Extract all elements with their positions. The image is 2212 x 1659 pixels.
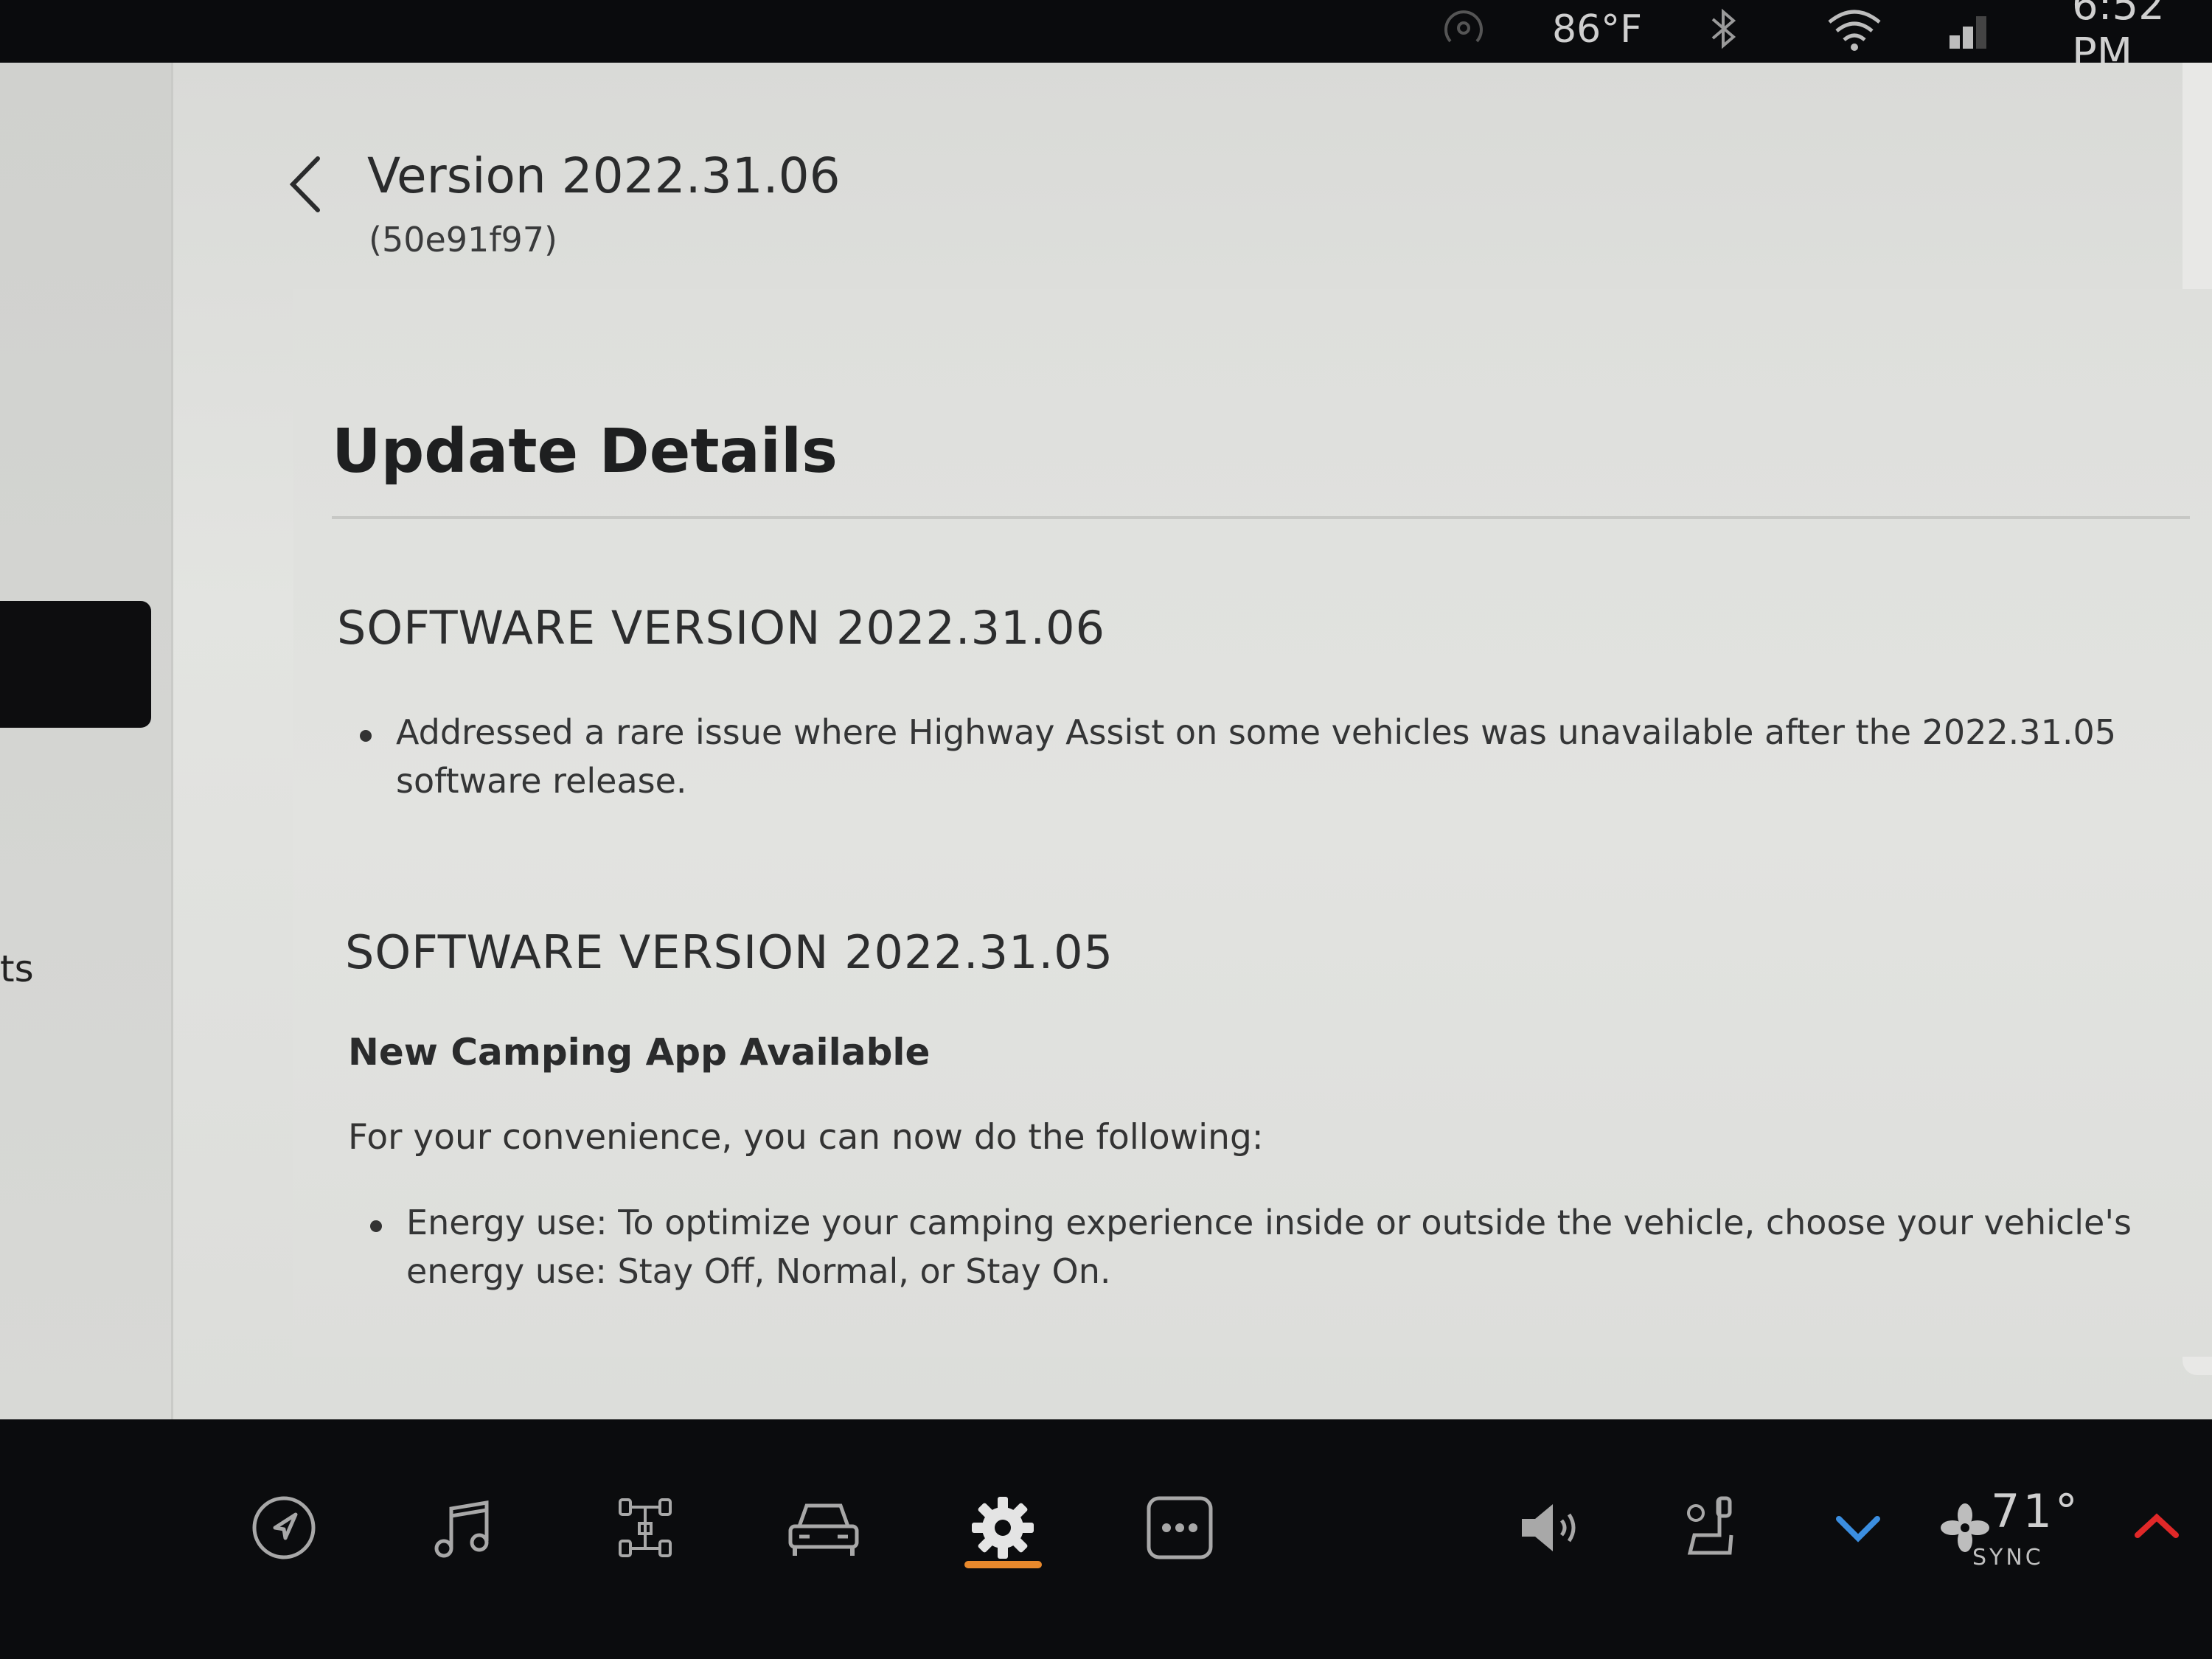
section-title: SOFTWARE VERSION 2022.31.05 <box>345 925 1114 979</box>
clock: 6:52 PM <box>2072 0 2165 77</box>
bullet-text: Addressed a rare issue where Highway Ass… <box>396 712 2116 801</box>
list-item: Addressed a rare issue where Highway Ass… <box>360 708 2129 805</box>
sidebar-item-label[interactable]: ts <box>0 947 34 990</box>
details-heading: Update Details <box>332 417 838 487</box>
bottom-dock: 71° SYNC <box>0 1419 2212 1659</box>
drive-modes-button[interactable] <box>605 1487 686 1568</box>
remote-signal-icon <box>1434 0 1493 59</box>
seat-climate-button[interactable] <box>1670 1487 1751 1568</box>
feature-heading: New Camping App Available <box>348 1031 931 1074</box>
vehicle-icon <box>788 1503 859 1556</box>
version-hash: (50e91f97) <box>369 220 557 260</box>
bullet-icon <box>360 730 372 742</box>
settings-button[interactable] <box>962 1487 1043 1568</box>
drive-modes-icon <box>619 1498 672 1557</box>
chevron-up-icon <box>2135 1513 2179 1538</box>
bluetooth-icon <box>1707 0 1739 59</box>
settings-icon <box>972 1497 1034 1559</box>
page-title: Version 2022.31.06 <box>367 147 841 204</box>
speaker-icon <box>1522 1504 1576 1551</box>
more-apps-icon <box>1147 1496 1213 1559</box>
more-apps-button[interactable] <box>1139 1487 1220 1568</box>
vehicle-button[interactable] <box>783 1487 864 1568</box>
settings-sidebar: ts <box>0 63 173 1419</box>
navigation-icon <box>252 1496 316 1559</box>
sync-label[interactable]: SYNC <box>1972 1545 2044 1571</box>
cellular-signal-icon <box>1947 0 1991 59</box>
feature-description: For your convenience, you can now do the… <box>348 1117 1264 1158</box>
volume-button[interactable] <box>1508 1487 1589 1568</box>
chevron-left-icon <box>289 156 320 212</box>
climate-expand-button[interactable] <box>1818 1487 1899 1568</box>
divider <box>332 516 2190 519</box>
heated-seat-icon <box>1687 1496 1733 1555</box>
climate-collapse-button[interactable] <box>2116 1487 2197 1568</box>
list-item: Energy use: To optimize your camping exp… <box>370 1198 2169 1295</box>
bullet-text: Energy use: To optimize your camping exp… <box>406 1203 2132 1291</box>
back-button[interactable] <box>284 151 328 218</box>
navigation-button[interactable] <box>243 1487 324 1568</box>
wifi-icon <box>1825 0 1884 59</box>
cabin-temperature[interactable]: 71° <box>1991 1484 2081 1538</box>
bullet-icon <box>370 1220 382 1232</box>
chevron-down-icon <box>1836 1516 1880 1543</box>
music-icon <box>434 1500 489 1558</box>
active-tab-indicator <box>964 1561 1042 1568</box>
section-title: SOFTWARE VERSION 2022.31.06 <box>337 601 1106 655</box>
outside-temperature: 86°F <box>1552 7 1643 52</box>
music-button[interactable] <box>424 1487 505 1568</box>
status-bar: 86°F 6:52 PM <box>0 0 2212 77</box>
sidebar-item-selected[interactable] <box>0 601 151 728</box>
